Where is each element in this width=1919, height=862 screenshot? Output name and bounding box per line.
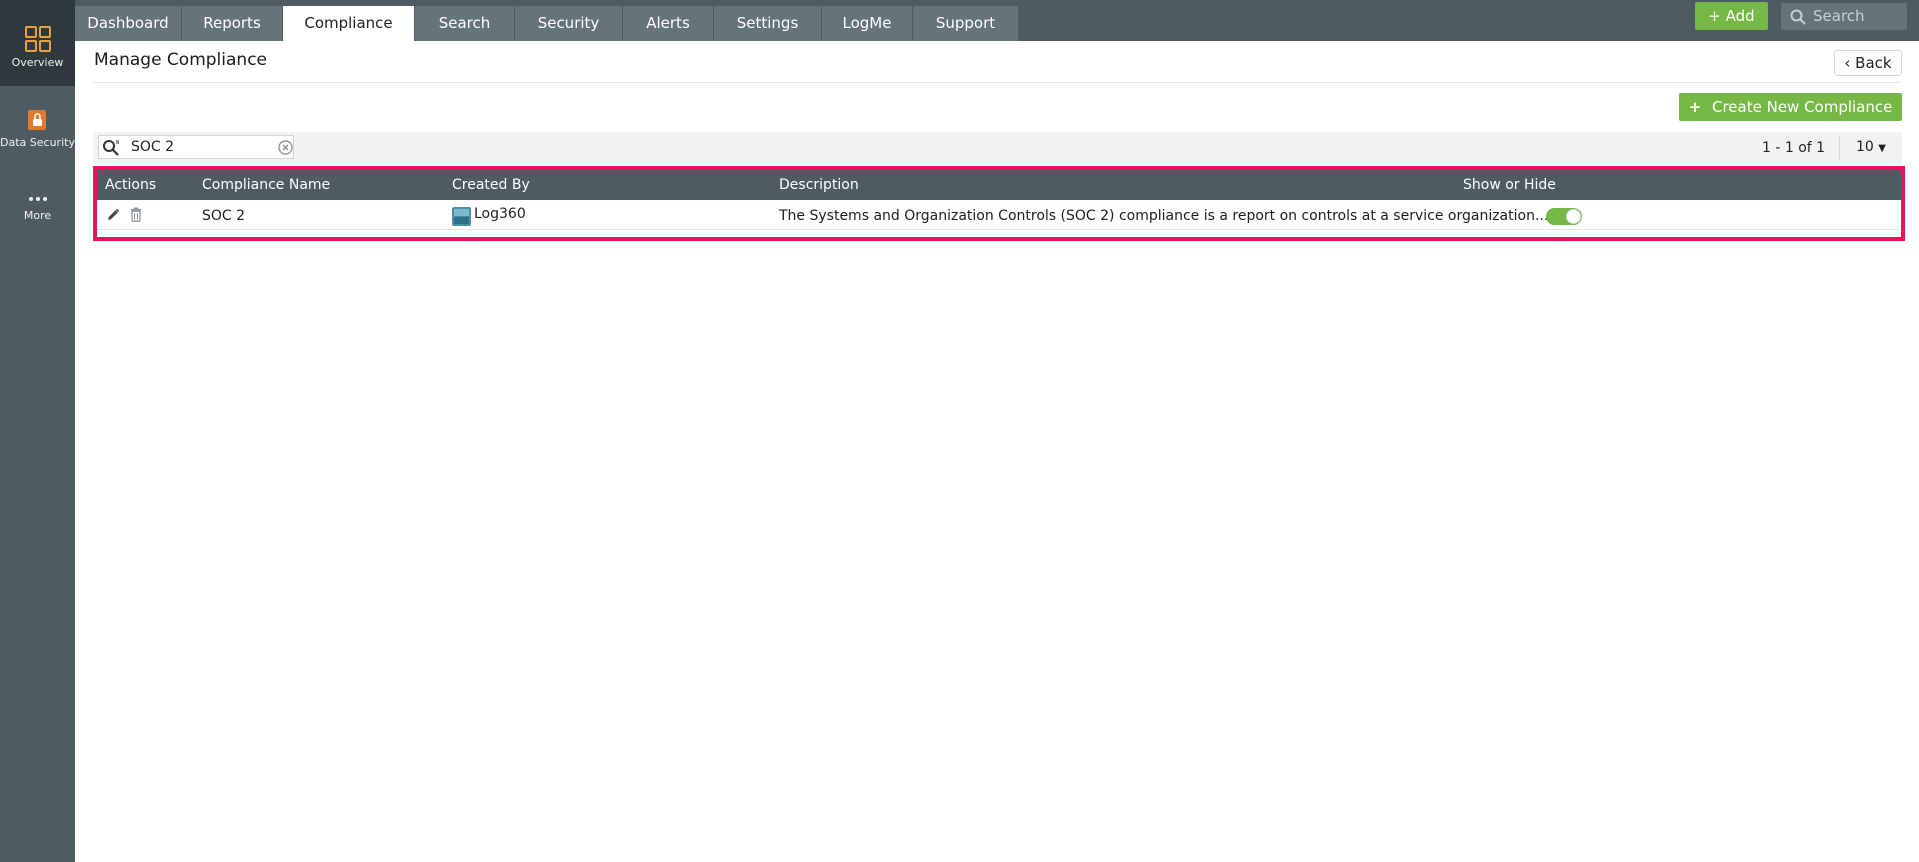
page-size-value: 10 [1856, 139, 1874, 155]
rail-item-data-security[interactable]: Data Security [0, 108, 75, 164]
tab-reports[interactable]: Reports [182, 6, 283, 41]
tab-security[interactable]: Security [515, 6, 623, 41]
rail-item-overview[interactable]: Overview [0, 0, 75, 86]
rail-label-more: More [23, 209, 52, 222]
lock-document-icon [27, 110, 46, 130]
title-divider [93, 82, 1900, 83]
compliance-filter-field[interactable] [98, 135, 294, 159]
cell-created-by: Log360 [474, 206, 526, 222]
main-content: Manage Compliance ‹ Back + Create New Co… [75, 41, 1919, 862]
global-search-placeholder: Search [1813, 7, 1865, 25]
search-icon [1790, 9, 1806, 25]
page-size-select[interactable]: 10 ▼ [1856, 139, 1886, 155]
back-label: Back [1855, 54, 1892, 72]
top-nav-bar: Dashboard Reports Compliance Search Secu… [75, 0, 1919, 41]
more-dots-icon [28, 197, 47, 201]
pager-divider [1839, 136, 1840, 160]
search-filter-icon [103, 140, 119, 156]
plus-icon: + [1688, 98, 1702, 116]
tab-dashboard[interactable]: Dashboard [75, 6, 182, 41]
delete-icon[interactable] [130, 207, 142, 222]
compliance-filter-input[interactable] [131, 138, 271, 156]
table-header: Actions Compliance Name Created By Descr… [97, 170, 1901, 200]
tab-search[interactable]: Search [415, 6, 515, 41]
column-header-description[interactable]: Description [779, 177, 859, 193]
log360-logo-icon [452, 207, 471, 226]
left-rail: Overview Data Security More [0, 0, 75, 862]
back-button[interactable]: ‹ Back [1834, 50, 1902, 76]
global-search-input[interactable]: Search [1781, 3, 1907, 30]
show-hide-toggle[interactable] [1546, 208, 1582, 225]
column-header-show-or-hide: Show or Hide [1463, 177, 1556, 193]
nav-tabs: Dashboard Reports Compliance Search Secu… [75, 6, 1019, 41]
edit-icon[interactable] [106, 208, 120, 222]
rail-label-data-security: Data Security [0, 136, 75, 149]
chevron-left-icon: ‹ [1844, 54, 1851, 72]
grid-icon [24, 26, 51, 52]
compliance-table: Actions Compliance Name Created By Descr… [93, 166, 1905, 241]
column-header-actions: Actions [105, 177, 157, 193]
create-new-compliance-button[interactable]: + Create New Compliance [1679, 93, 1902, 121]
pager-range: 1 - 1 of 1 [1762, 140, 1826, 156]
table-toolbar: 1 - 1 of 1 10 ▼ [93, 132, 1902, 163]
create-label: Create New Compliance [1711, 98, 1893, 116]
column-header-compliance-name[interactable]: Compliance Name [202, 177, 330, 193]
cell-description: The Systems and Organization Controls (S… [779, 208, 1549, 224]
cell-compliance-name[interactable]: SOC 2 [202, 208, 245, 224]
rail-item-more[interactable]: More [0, 193, 75, 243]
caret-down-icon: ▼ [1878, 143, 1886, 154]
add-button[interactable]: + Add [1695, 2, 1768, 30]
tab-compliance[interactable]: Compliance [283, 6, 415, 41]
rail-label-overview: Overview [11, 56, 64, 69]
clear-icon[interactable] [278, 140, 293, 155]
tab-logme[interactable]: LogMe [822, 6, 913, 41]
toggle-knob [1566, 209, 1581, 224]
tab-support[interactable]: Support [913, 6, 1019, 41]
column-header-created-by[interactable]: Created By [452, 177, 530, 193]
tab-settings[interactable]: Settings [714, 6, 822, 41]
page-title: Manage Compliance [94, 50, 267, 70]
tab-alerts[interactable]: Alerts [623, 6, 714, 41]
table-row: SOC 2 Log360 The Systems and Organizatio… [97, 200, 1901, 230]
